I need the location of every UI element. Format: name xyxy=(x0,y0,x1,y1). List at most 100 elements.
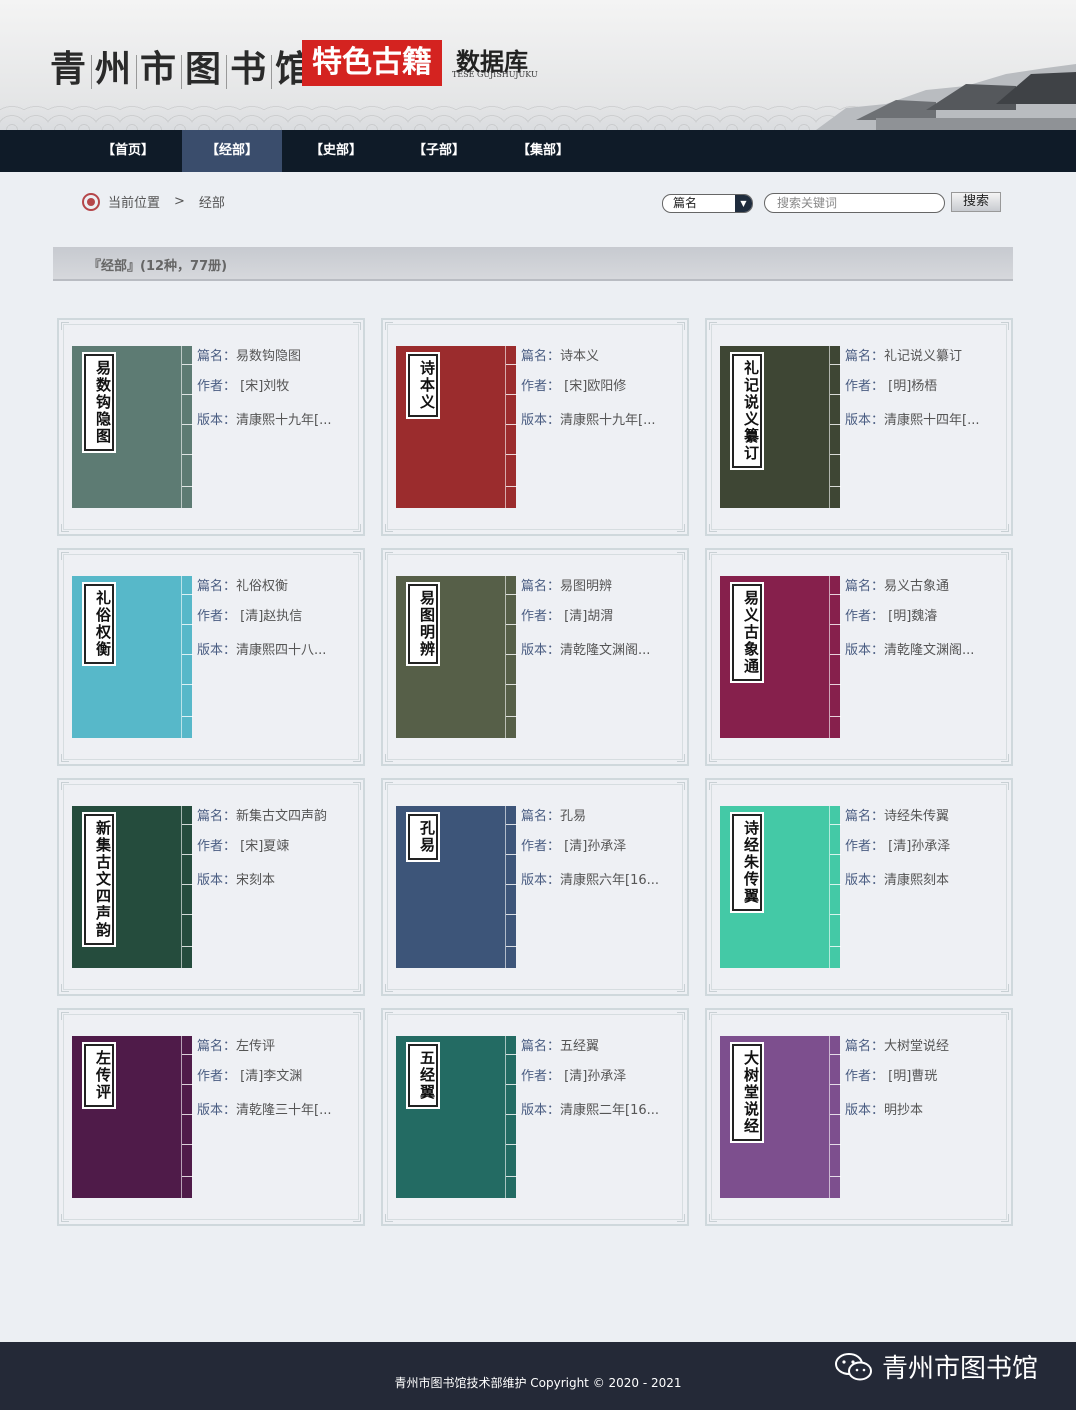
book-title-row[interactable]: 篇名：易义古象通 xyxy=(845,578,974,608)
book-card[interactable]: 诗经朱传翼 篇名：诗经朱传翼 作者： [清]孙承泽 版本：清康熙刻本 xyxy=(705,778,1013,996)
cover-title-label: 诗经朱传翼 xyxy=(732,814,762,911)
book-card[interactable]: 孔易 篇名：孔易 作者： [清]孙承泽 版本：清康熙六年[16... xyxy=(381,778,689,996)
book-author-label: 作者： xyxy=(197,379,237,394)
book-edition-label: 版本： xyxy=(197,873,237,888)
search-input[interactable]: 搜索关键词 xyxy=(764,193,945,213)
book-title-row[interactable]: 篇名：诗经朱传翼 xyxy=(845,808,950,838)
book-author-label: 作者： xyxy=(521,609,561,624)
nav-shibu[interactable]: 【史部】 xyxy=(286,130,386,172)
book-card[interactable]: 大树堂说经 篇名：大树堂说经 作者： [明]曹珖 版本：明抄本 xyxy=(705,1008,1013,1226)
search-field-select[interactable]: 篇名 ▼ xyxy=(662,194,753,213)
book-author: [清]李文渊 xyxy=(236,1069,303,1084)
title-char: 州 xyxy=(95,48,134,90)
book-author: [清]孙承泽 xyxy=(560,1069,627,1084)
corner-ornament xyxy=(1001,524,1009,532)
copyright-text: 青州市图书馆技术部维护 Copyright © 2020 - 2021 xyxy=(394,1376,682,1390)
corner-ornament xyxy=(385,1012,393,1020)
nav-jibu[interactable]: 【集部】 xyxy=(493,130,593,172)
book-card[interactable]: 左传评 篇名：左传评 作者： [清]李文渊 版本：清乾隆三十年[... xyxy=(57,1008,365,1226)
book-cover[interactable]: 易图明辨 xyxy=(396,576,517,738)
book-edition: 清康熙刻本 xyxy=(884,873,950,888)
title-char: 图 xyxy=(185,48,224,90)
book-title-row[interactable]: 篇名：易数钩隐图 xyxy=(197,348,332,378)
book-card[interactable]: 礼俗权衡 篇名：礼俗权衡 作者： [清]赵执信 版本：清康熙四十八... xyxy=(57,548,365,766)
book-title-label: 篇名： xyxy=(521,349,561,364)
book-spine xyxy=(181,576,193,738)
corner-ornament xyxy=(353,322,361,330)
corner-ornament xyxy=(61,754,69,762)
book-edition-label: 版本： xyxy=(197,1103,237,1118)
book-author-row: 作者： [明]魏濬 xyxy=(845,608,974,638)
book-cover[interactable]: 孔易 xyxy=(396,806,517,968)
book-title-label: 篇名： xyxy=(521,1039,561,1054)
book-author-label: 作者： xyxy=(197,1069,237,1084)
book-cover[interactable]: 礼俗权衡 xyxy=(72,576,193,738)
book-author-row: 作者： [明]曹珖 xyxy=(845,1068,949,1098)
book-card[interactable]: 礼记说义纂订 篇名：礼记说义纂订 作者： [明]杨梧 版本：清康熙十四年[... xyxy=(705,318,1013,536)
book-cover[interactable]: 诗本义 xyxy=(396,346,517,508)
book-edition-label: 版本： xyxy=(845,1103,885,1118)
book-title-row[interactable]: 篇名：左传评 xyxy=(197,1038,332,1068)
book-edition-row: 版本：清康熙四十八... xyxy=(197,642,326,672)
book-cover[interactable]: 诗经朱传翼 xyxy=(720,806,841,968)
footer: 青州市图书馆 青州市图书馆技术部维护 Copyright © 2020 - 20… xyxy=(0,1342,1076,1410)
nav-zibu[interactable]: 【子部】 xyxy=(389,130,489,172)
header-banner: 青州市图书馆 特色古籍 数据库 TESE GUJISHUJUKU xyxy=(0,0,1076,130)
book-card[interactable]: 诗本义 篇名：诗本义 作者： [宋]欧阳修 版本：清康熙十九年[... xyxy=(381,318,689,536)
book-info: 篇名：易数钩隐图 作者： [宋]刘牧 版本：清康熙十九年[... xyxy=(197,348,332,442)
book-cover[interactable]: 礼记说义纂订 xyxy=(720,346,841,508)
book-title: 孔易 xyxy=(560,809,587,824)
db-subtitle: TESE GUJISHUJUKU xyxy=(452,70,538,79)
book-cover[interactable]: 易义古象通 xyxy=(720,576,841,738)
book-cover[interactable]: 大树堂说经 xyxy=(720,1036,841,1198)
book-card[interactable]: 五经翼 篇名：五经翼 作者： [清]孙承泽 版本：清康熙二年[16... xyxy=(381,1008,689,1226)
book-edition: 清乾隆文渊阁... xyxy=(884,643,975,658)
corner-ornament xyxy=(709,984,717,992)
corner-ornament xyxy=(385,524,393,532)
book-title: 易数钩隐图 xyxy=(236,349,302,364)
book-edition: 清康熙十四年[... xyxy=(884,413,980,428)
book-title-label: 篇名： xyxy=(197,579,237,594)
book-title: 礼俗权衡 xyxy=(236,579,289,594)
book-spine xyxy=(181,806,193,968)
nav-jingbu[interactable]: 【经部】 xyxy=(182,130,282,172)
book-title-row[interactable]: 篇名：五经翼 xyxy=(521,1038,659,1068)
book-card[interactable]: 易数钩隐图 篇名：易数钩隐图 作者： [宋]刘牧 版本：清康熙十九年[... xyxy=(57,318,365,536)
book-title-row[interactable]: 篇名：新集古文四声韵 xyxy=(197,808,327,838)
book-title-row[interactable]: 篇名：大树堂说经 xyxy=(845,1038,949,1068)
book-author: [明]魏濬 xyxy=(884,609,938,624)
book-title-row[interactable]: 篇名：诗本义 xyxy=(521,348,656,378)
book-title-row[interactable]: 篇名：礼记说义纂订 xyxy=(845,348,980,378)
book-author-label: 作者： xyxy=(521,839,561,854)
book-title-label: 篇名： xyxy=(197,349,237,364)
corner-ornament xyxy=(385,782,393,790)
book-info: 篇名：左传评 作者： [清]李文渊 版本：清乾隆三十年[... xyxy=(197,1038,332,1132)
book-card[interactable]: 新集古文四声韵 篇名：新集古文四声韵 作者： [宋]夏竦 版本：宋刻本 xyxy=(57,778,365,996)
corner-ornament xyxy=(353,552,361,560)
book-title: 诗本义 xyxy=(560,349,600,364)
book-cover[interactable]: 新集古文四声韵 xyxy=(72,806,193,968)
book-edition-label: 版本： xyxy=(521,413,561,428)
book-author-label: 作者： xyxy=(845,379,885,394)
corner-ornament xyxy=(61,322,69,330)
breadcrumb-current[interactable]: 经部 xyxy=(199,192,225,211)
book-author-row: 作者： [宋]夏竦 xyxy=(197,838,327,868)
corner-ornament xyxy=(1001,782,1009,790)
corner-ornament xyxy=(353,754,361,762)
book-cover[interactable]: 五经翼 xyxy=(396,1036,517,1198)
corner-ornament xyxy=(677,754,685,762)
location-icon xyxy=(82,192,100,211)
book-title-row[interactable]: 篇名：易图明辨 xyxy=(521,578,650,608)
book-cover[interactable]: 易数钩隐图 xyxy=(72,346,193,508)
search-button[interactable]: 搜索 xyxy=(951,192,1001,212)
book-cover[interactable]: 左传评 xyxy=(72,1036,193,1198)
book-title-row[interactable]: 篇名：礼俗权衡 xyxy=(197,578,326,608)
book-info: 篇名：新集古文四声韵 作者： [宋]夏竦 版本：宋刻本 xyxy=(197,808,327,902)
book-edition: 清康熙四十八... xyxy=(236,643,327,658)
chevron-down-icon: ▼ xyxy=(735,195,752,212)
book-card[interactable]: 易义古象通 篇名：易义古象通 作者： [明]魏濬 版本：清乾隆文渊阁... xyxy=(705,548,1013,766)
nav-home[interactable]: 【首页】 xyxy=(78,130,178,172)
book-title-row[interactable]: 篇名：孔易 xyxy=(521,808,659,838)
cover-title-label: 大树堂说经 xyxy=(732,1044,762,1141)
book-card[interactable]: 易图明辨 篇名：易图明辨 作者： [清]胡渭 版本：清乾隆文渊阁... xyxy=(381,548,689,766)
